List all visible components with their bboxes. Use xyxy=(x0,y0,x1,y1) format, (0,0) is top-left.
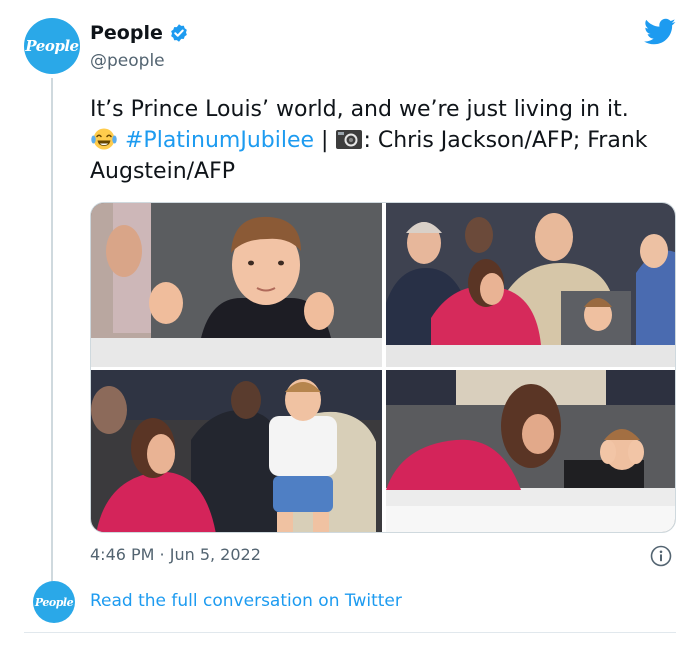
photo-louis-covering-ears[interactable] xyxy=(386,370,675,532)
media-grid[interactable] xyxy=(90,202,676,533)
footer-avatar-text: People xyxy=(34,595,74,609)
avatar-text: People xyxy=(25,37,79,55)
twitter-bird-icon[interactable] xyxy=(644,18,676,46)
author-name-row[interactable]: People xyxy=(90,22,189,44)
info-icon[interactable] xyxy=(650,545,672,567)
verified-badge-icon xyxy=(171,24,187,42)
tweet-text-main: It’s Prince Louis’ world, and we’re just… xyxy=(90,97,629,122)
photo-royal-box-crowd[interactable] xyxy=(386,203,675,367)
author-display-name[interactable]: People xyxy=(90,22,163,44)
author-handle[interactable]: @people xyxy=(90,51,165,71)
separator: | xyxy=(321,128,329,153)
footer-avatar[interactable]: People xyxy=(33,581,75,623)
read-conversation-link[interactable]: Read the full conversation on Twitter xyxy=(90,591,402,611)
divider xyxy=(24,632,676,633)
author-avatar[interactable]: People xyxy=(24,18,80,74)
camera-icon xyxy=(336,130,363,149)
photo-louis-standing[interactable] xyxy=(91,370,382,532)
photo-prince-louis-fists[interactable] xyxy=(91,203,382,367)
tweet-timestamp[interactable]: 4:46 PM · Jun 5, 2022 xyxy=(90,545,261,564)
tweet-text: It’s Prince Louis’ world, and we’re just… xyxy=(90,94,660,187)
hashtag-link[interactable]: #PlatinumJubilee xyxy=(125,128,314,153)
thread-line xyxy=(51,78,53,583)
joy-emoji-icon xyxy=(91,128,117,150)
